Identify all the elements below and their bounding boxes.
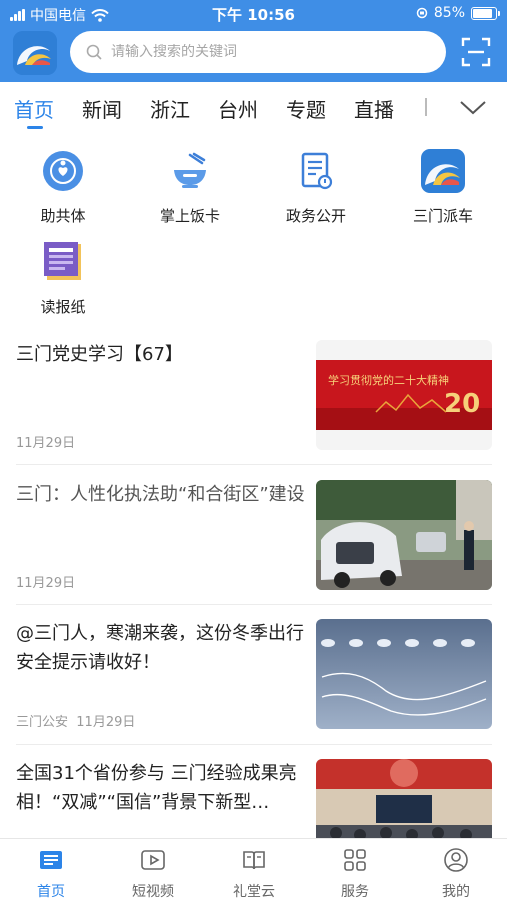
news-thumbnail — [316, 619, 492, 729]
chevron-down-icon[interactable] — [458, 98, 488, 118]
tab-special[interactable]: 专题 — [286, 94, 326, 123]
scan-icon[interactable] — [460, 36, 492, 68]
battery-percent: 85% — [433, 5, 465, 21]
quick-link-newspaper[interactable]: 读报纸 — [18, 240, 108, 317]
news-date: 11月29日 — [76, 715, 136, 730]
tab-divider — [425, 98, 427, 116]
search-bar[interactable] — [70, 31, 446, 73]
tab-zhejiang[interactable]: 浙江 — [150, 94, 190, 123]
news-item[interactable]: @三门人，寒潮来袭，这份冬季出行安全提示请收好！ 三门公安 11月29日 — [16, 619, 492, 730]
quick-link-label: 掌上饭卡 — [159, 207, 220, 225]
tabbar-short-video[interactable]: 短视频 — [108, 847, 198, 900]
newspaper-icon — [41, 240, 85, 284]
grid-icon — [344, 849, 366, 871]
tabbar-label: 首页 — [37, 884, 65, 900]
tab-taizhou[interactable]: 台州 — [218, 94, 258, 123]
book-icon — [243, 851, 265, 870]
tabbar-label: 礼堂云 — [233, 884, 275, 900]
tab-live[interactable]: 直播 — [354, 94, 394, 123]
quick-link-sanmen-car[interactable]: 三门派车 — [398, 149, 488, 226]
channel-tabs: 首页 新闻 浙江 台州 专题 直播 — [0, 82, 507, 132]
app-logo-icon — [421, 149, 465, 193]
orientation-lock-icon — [416, 7, 428, 19]
heart-hands-icon — [41, 149, 85, 193]
quick-link-label: 助共体 — [40, 207, 86, 225]
news-title: 三门党史学习【67】 — [16, 344, 183, 365]
tabbar-home[interactable]: 首页 — [6, 847, 96, 900]
active-tab-indicator — [27, 126, 43, 129]
news-item[interactable]: 三门：人性化执法助“和合街区”建设 11月29日 — [16, 480, 492, 591]
news-item[interactable]: 全国31个省份参与 三门经验成果亮相！“双减”“国信”背景下新型… — [16, 759, 492, 838]
divider — [16, 744, 492, 745]
news-item[interactable]: 三门党史学习【67】 11月29日 学习贯彻党的二十大精神 20 — [16, 340, 492, 451]
quick-link-meal-card[interactable]: 掌上饭卡 — [145, 149, 235, 226]
news-title: 三门：人性化执法助“和合街区”建设 — [16, 484, 305, 505]
document-icon — [294, 149, 338, 193]
quick-link-label: 读报纸 — [40, 298, 86, 316]
tabbar-label: 服务 — [341, 884, 369, 900]
quick-link-government[interactable]: 政务公开 — [271, 149, 361, 226]
status-bar: 中国电信 下午 10:56 85% — [0, 0, 507, 28]
news-date: 11月29日 — [16, 576, 76, 591]
app-logo[interactable] — [13, 31, 57, 75]
search-input[interactable] — [111, 44, 411, 60]
tabbar-services[interactable]: 服务 — [310, 847, 400, 900]
app-header: 中国电信 下午 10:56 85% — [0, 0, 507, 82]
search-icon — [86, 44, 102, 60]
video-icon — [141, 850, 165, 870]
tabbar-label: 短视频 — [132, 884, 174, 900]
tabbar-hall-cloud[interactable]: 礼堂云 — [209, 847, 299, 900]
news-title: @三门人，寒潮来袭，这份冬季出行安全提示请收好！ — [16, 623, 304, 673]
divider — [16, 604, 492, 605]
tabbar-profile[interactable]: 我的 — [411, 847, 501, 900]
divider — [16, 464, 492, 465]
bowl-icon — [168, 149, 212, 193]
thumbnail-caption: 学习贯彻党的二十大精神 — [328, 373, 449, 387]
quick-link-label: 三门派车 — [412, 207, 473, 225]
news-title: 全国31个省份参与 三门经验成果亮相！“双减”“国信”背景下新型… — [16, 763, 297, 813]
news-thumbnail — [316, 480, 492, 590]
quick-link-label: 政务公开 — [285, 207, 346, 225]
tab-home[interactable]: 首页 — [14, 94, 54, 123]
news-icon — [40, 851, 62, 869]
news-thumbnail — [316, 759, 492, 838]
svg-text:20: 20 — [444, 389, 480, 419]
tab-news[interactable]: 新闻 — [82, 94, 122, 123]
tabbar-label: 我的 — [442, 884, 470, 900]
news-meta: 三门公安 11月29日 — [16, 711, 135, 730]
news-date: 11月29日 — [16, 436, 76, 451]
news-thumbnail: 学习贯彻党的二十大精神 20 — [316, 340, 492, 450]
battery-icon — [471, 6, 500, 20]
user-icon — [444, 848, 468, 872]
quick-link-assist[interactable]: 助共体 — [18, 149, 108, 226]
news-source: 三门公安 — [16, 715, 69, 730]
bottom-tab-bar: 首页 短视频 礼堂云 服务 我的 — [0, 838, 507, 900]
